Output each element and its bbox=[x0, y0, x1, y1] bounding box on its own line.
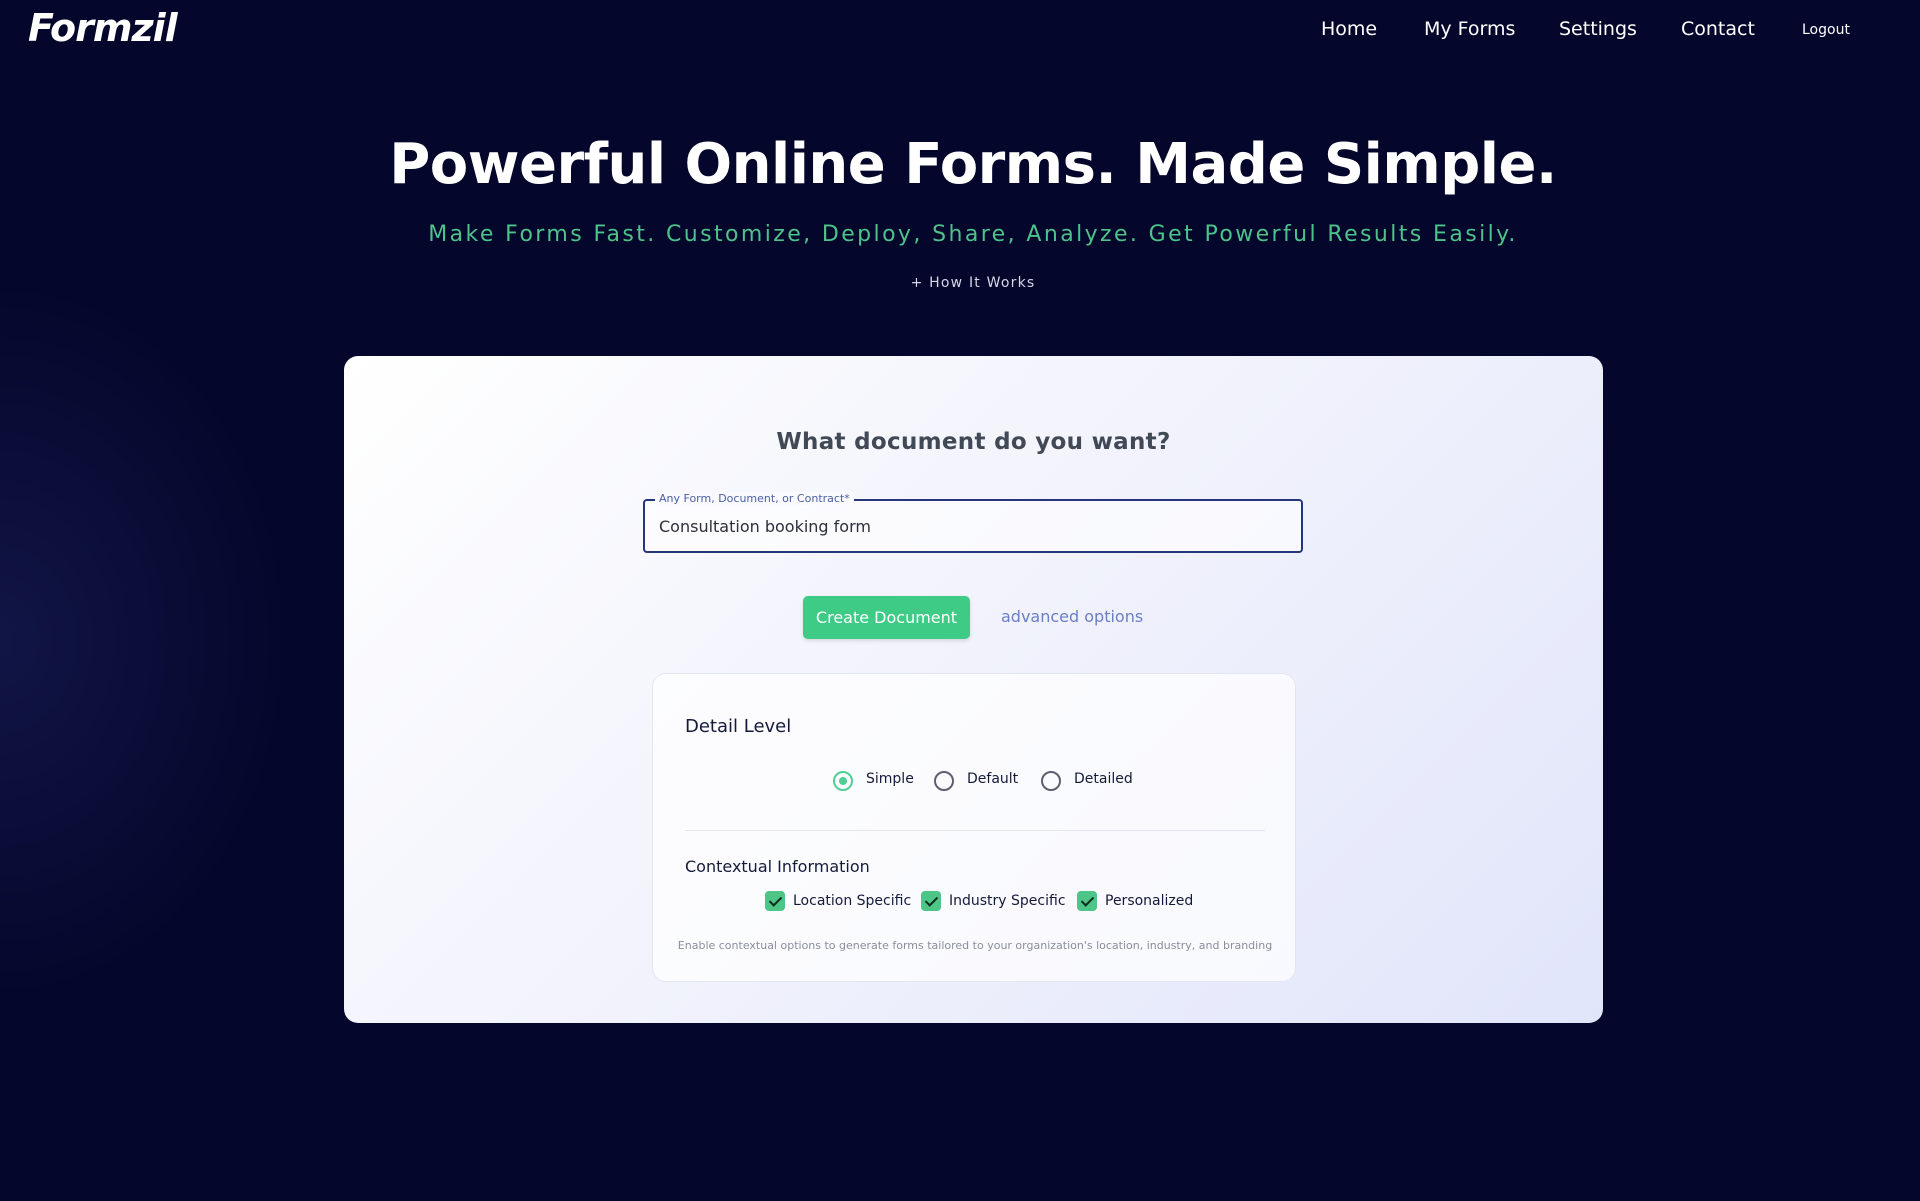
page: Formzil Home My Forms Settings Contact L… bbox=[0, 0, 1920, 1201]
radio-unchecked-icon[interactable] bbox=[934, 771, 954, 791]
how-it-works-link[interactable]: + How It Works bbox=[911, 275, 1036, 291]
nav-settings-link[interactable]: Settings bbox=[1559, 18, 1637, 40]
section-divider bbox=[685, 830, 1265, 831]
radio-unchecked-icon[interactable] bbox=[1041, 771, 1061, 791]
checkbox-location-label: Location Specific bbox=[793, 893, 912, 909]
checkbox-industry-label: Industry Specific bbox=[949, 893, 1066, 909]
how-it-works-toggle: + How It Works bbox=[0, 275, 1920, 291]
contextual-help-text: Enable contextual options to generate fo… bbox=[677, 939, 1273, 952]
card-title: What document do you want? bbox=[776, 429, 1171, 455]
document-request-card: What document do you want? Any Form, Doc… bbox=[344, 356, 1603, 1023]
document-input-label: Any Form, Document, or Contract* bbox=[655, 492, 854, 505]
advanced-options-link[interactable]: advanced options bbox=[1001, 607, 1143, 626]
nav-contact-link[interactable]: Contact bbox=[1681, 18, 1755, 40]
document-input-container: Any Form, Document, or Contract* bbox=[643, 492, 1303, 553]
logo[interactable]: Formzil bbox=[28, 6, 178, 50]
document-input[interactable] bbox=[659, 513, 1279, 539]
hero-title: Powerful Online Forms. Made Simple. bbox=[389, 132, 1557, 197]
create-document-button[interactable]: Create Document bbox=[803, 596, 970, 639]
nav-my-forms-link[interactable]: My Forms bbox=[1424, 18, 1515, 40]
contextual-info-title: Contextual Information bbox=[685, 857, 870, 876]
radio-detailed-label: Detailed bbox=[1074, 771, 1133, 787]
advanced-options-panel: Detail Level Simple Default Detailed Con… bbox=[652, 673, 1296, 982]
checkbox-checked-icon[interactable] bbox=[921, 891, 941, 911]
logout-link[interactable]: Logout bbox=[1802, 22, 1850, 38]
radio-checked-icon[interactable] bbox=[833, 771, 853, 791]
radio-default-label: Default bbox=[967, 771, 1019, 787]
nav-home-link[interactable]: Home bbox=[1321, 18, 1377, 40]
detail-level-title: Detail Level bbox=[685, 716, 792, 737]
radio-simple-label: Simple bbox=[866, 771, 914, 787]
checkbox-checked-icon[interactable] bbox=[1077, 891, 1097, 911]
checkbox-personalized-label: Personalized bbox=[1105, 893, 1194, 909]
checkbox-checked-icon[interactable] bbox=[765, 891, 785, 911]
hero-subtitle: Make Forms Fast. Customize, Deploy, Shar… bbox=[428, 222, 1518, 247]
detail-level-radio-group: Simple Default Detailed bbox=[653, 769, 1297, 793]
top-nav: Home My Forms Settings Contact Logout bbox=[1300, 18, 1860, 44]
contextual-checkbox-group: Location Specific Industry Specific Pers… bbox=[653, 890, 1297, 914]
